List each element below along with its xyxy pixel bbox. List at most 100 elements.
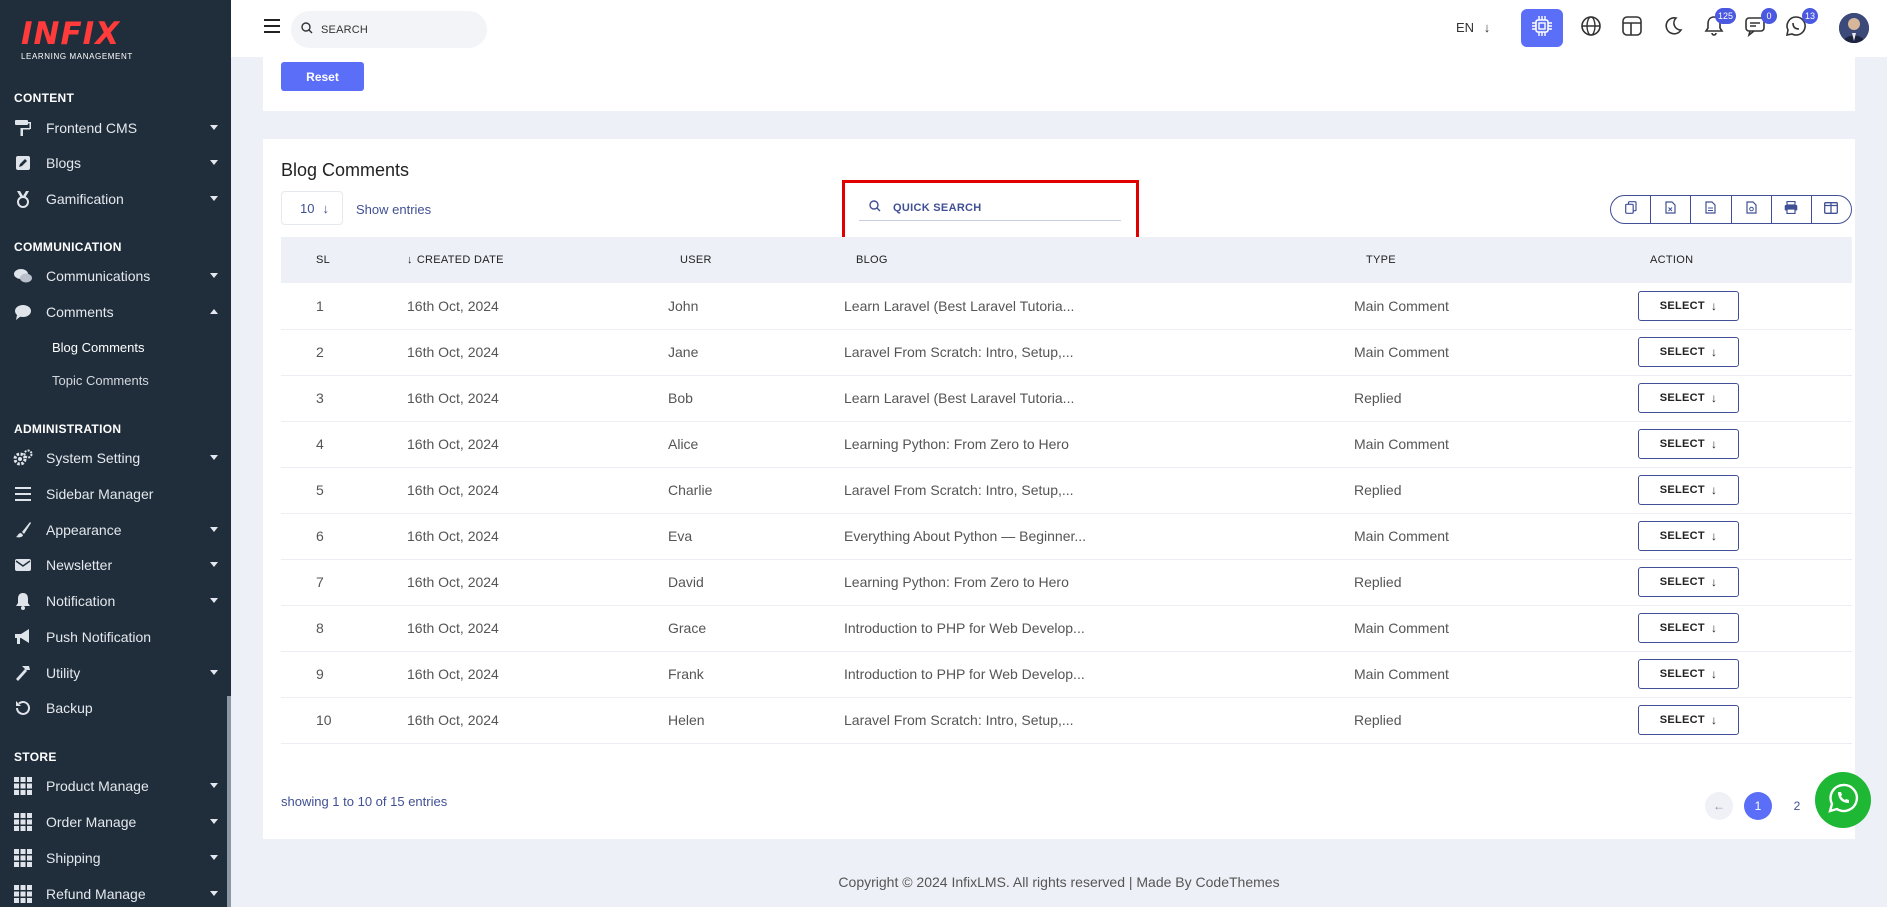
- select-action-button[interactable]: SELECT ↓: [1638, 475, 1739, 505]
- select-action-button[interactable]: SELECT ↓: [1638, 383, 1739, 413]
- sidebar-item-order-manage[interactable]: Order Manage: [13, 810, 218, 834]
- messages-button[interactable]: 0: [1743, 8, 1777, 40]
- global-search-input[interactable]: SEARCH: [291, 11, 487, 48]
- arrow-down-icon: ↓: [1710, 298, 1718, 313]
- sidebar-item-refund-manage[interactable]: Refund Manage: [13, 882, 218, 906]
- bell-icon: [13, 591, 33, 611]
- column-header-type[interactable]: TYPE: [1354, 237, 1638, 283]
- whatsapp-chat-button[interactable]: 13: [1784, 8, 1818, 40]
- bars-icon: [13, 484, 33, 504]
- quick-search-input[interactable]: QUICK SEARCH: [859, 195, 1121, 221]
- sidebar-item-product-manage[interactable]: Product Manage: [13, 774, 218, 798]
- sidebar-item-label: Blogs: [46, 155, 82, 171]
- column-header-created-date[interactable]: ↓ CREATED DATE: [407, 237, 668, 283]
- select-action-button[interactable]: SELECT ↓: [1638, 567, 1739, 597]
- column-header-blog[interactable]: BLOG: [844, 237, 1354, 283]
- export-excel-button[interactable]: [1651, 196, 1692, 223]
- cell-action: SELECT ↓: [1638, 513, 1852, 560]
- column-header-user[interactable]: USER: [668, 237, 844, 283]
- pagination-page-2[interactable]: 2: [1783, 792, 1811, 820]
- copy-button[interactable]: [1611, 196, 1652, 223]
- arrow-down-icon: ↓: [1710, 483, 1718, 497]
- cell-user: David: [668, 559, 844, 606]
- sidebar-item-appearance[interactable]: Appearance: [13, 518, 218, 542]
- select-action-button[interactable]: SELECT ↓: [1638, 613, 1739, 643]
- cell-blog-link[interactable]: Laravel From Scratch: Intro, Setup,...: [844, 697, 1354, 744]
- cell-type: Main Comment: [1354, 421, 1638, 468]
- sidebar-item-label: Newsletter: [46, 557, 113, 573]
- menu-toggle-icon[interactable]: [264, 19, 280, 33]
- cell-user: Alice: [668, 421, 844, 468]
- select-action-button[interactable]: SELECT ↓: [1638, 705, 1739, 735]
- cell-blog-link[interactable]: Laravel From Scratch: Intro, Setup,...: [844, 329, 1354, 376]
- dark-mode-button[interactable]: [1661, 16, 1685, 40]
- sort-arrow-icon: ↓: [407, 254, 413, 266]
- select-action-button[interactable]: SELECT ↓: [1638, 521, 1739, 551]
- sidebar-item-blogs[interactable]: Blogs: [13, 151, 218, 175]
- select-action-button[interactable]: SELECT ↓: [1638, 290, 1739, 321]
- cell-blog-link[interactable]: Learning Python: From Zero to Hero: [844, 559, 1354, 606]
- pagination-page-1[interactable]: 1: [1744, 792, 1772, 820]
- table-row: 3 16th Oct, 2024 Bob Learn Laravel (Best…: [281, 375, 1852, 422]
- reset-button[interactable]: Reset: [281, 62, 364, 91]
- cell-blog-link[interactable]: Introduction to PHP for Web Develop...: [844, 605, 1354, 652]
- cell-action: SELECT ↓: [1638, 559, 1852, 606]
- sidebar-item-label: System Setting: [46, 450, 141, 466]
- sidebar-item-system-setting[interactable]: System Setting: [13, 446, 218, 470]
- sidebar-item-shipping[interactable]: Shipping: [13, 846, 218, 870]
- pagination: ← 1 2: [1705, 792, 1822, 820]
- cell-blog-link[interactable]: Learn Laravel (Best Laravel Tutoria...: [844, 375, 1354, 422]
- cell-action: SELECT ↓: [1638, 651, 1852, 698]
- cell-date: 16th Oct, 2024: [407, 513, 668, 560]
- sidebar-item-label: Comments: [46, 304, 114, 320]
- sidebar-item-newsletter[interactable]: Newsletter: [13, 553, 218, 577]
- sidebar-item-notification[interactable]: Notification: [13, 589, 218, 613]
- print-button[interactable]: [1772, 196, 1812, 223]
- export-csv-button[interactable]: [1691, 196, 1732, 223]
- search-icon: [301, 22, 313, 37]
- arrow-down-icon: ↓: [1710, 345, 1718, 359]
- cell-type: Main Comment: [1354, 605, 1638, 652]
- sidebar-item-sidebar-manager[interactable]: Sidebar Manager: [13, 482, 218, 506]
- avatar[interactable]: [1839, 13, 1869, 43]
- sidebar-item-gamification[interactable]: Gamification: [13, 187, 218, 211]
- select-label: SELECT: [1659, 714, 1705, 726]
- pagination-prev-button[interactable]: ←: [1705, 792, 1733, 820]
- cpu-button[interactable]: [1521, 9, 1563, 47]
- sidebar-item-topic-comments[interactable]: Topic Comments: [52, 373, 149, 388]
- brand-logo[interactable]: INFIX LEARNING MANAGEMENT: [21, 18, 141, 61]
- globe-button[interactable]: [1579, 15, 1603, 40]
- cell-blog-link[interactable]: Learning Python: From Zero to Hero: [844, 421, 1354, 468]
- cell-blog-link[interactable]: Everything About Python — Beginner...: [844, 513, 1354, 560]
- cell-type: Main Comment: [1354, 283, 1638, 330]
- entries-per-page-select[interactable]: 10 ↓: [281, 191, 343, 225]
- cell-blog-link[interactable]: Introduction to PHP for Web Develop...: [844, 651, 1354, 698]
- sidebar-item-communications[interactable]: Communications: [13, 264, 218, 288]
- sidebar-item-backup[interactable]: Backup: [13, 696, 218, 720]
- language-select[interactable]: EN ↓: [1456, 20, 1490, 35]
- sidebar-item-comments[interactable]: Comments: [13, 300, 218, 324]
- whatsapp-float-button[interactable]: [1815, 772, 1871, 828]
- sidebar-item-push-notification[interactable]: Push Notification: [13, 625, 218, 649]
- cell-action: SELECT ↓: [1638, 329, 1852, 376]
- column-header-action[interactable]: ACTION: [1638, 237, 1852, 283]
- sidebar-item-frontend-cms[interactable]: Frontend CMS: [13, 116, 218, 140]
- column-header-sl[interactable]: SL: [281, 237, 407, 283]
- sidebar-section-communication: COMMUNICATION: [14, 240, 122, 254]
- select-action-button[interactable]: SELECT ↓: [1638, 429, 1739, 459]
- notifications-button[interactable]: 125: [1702, 8, 1736, 40]
- cell-blog-link[interactable]: Laravel From Scratch: Intro, Setup,...: [844, 467, 1354, 514]
- layout-button[interactable]: [1620, 15, 1644, 40]
- chevron-down-icon: [210, 196, 218, 201]
- search-icon: [869, 200, 881, 215]
- cell-sl: 10: [281, 697, 407, 744]
- export-pdf-button[interactable]: [1732, 196, 1772, 223]
- column-visibility-button[interactable]: [1812, 196, 1851, 223]
- pagination-info: showing 1 to 10 of 15 entries: [281, 794, 448, 809]
- select-action-button[interactable]: SELECT ↓: [1638, 337, 1739, 367]
- cell-blog-link[interactable]: Learn Laravel (Best Laravel Tutoria...: [844, 283, 1354, 330]
- sidebar-item-utility[interactable]: Utility: [13, 661, 218, 685]
- cell-date: 16th Oct, 2024: [407, 283, 668, 330]
- select-action-button[interactable]: SELECT ↓: [1638, 659, 1739, 689]
- sidebar-item-blog-comments[interactable]: Blog Comments: [52, 340, 144, 355]
